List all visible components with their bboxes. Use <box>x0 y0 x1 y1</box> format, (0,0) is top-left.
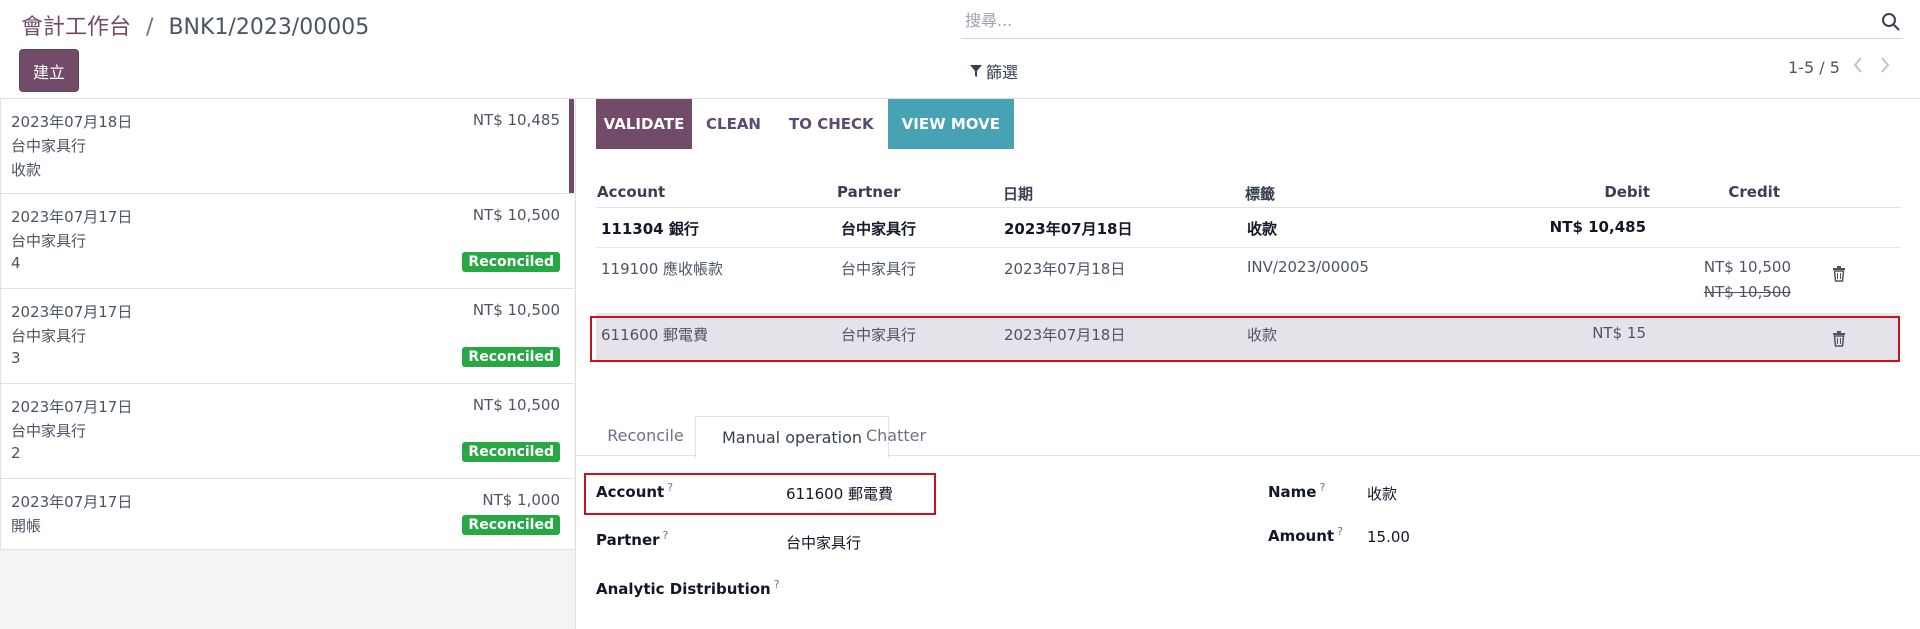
analytic-help-icon[interactable]: ? <box>774 578 780 591</box>
breadcrumb-separator: / <box>146 15 154 40</box>
pager-previous-icon[interactable] <box>1851 55 1867 77</box>
partner-field[interactable]: 台中家具行 <box>786 532 861 553</box>
trash-icon[interactable] <box>1832 266 1846 282</box>
statement-partner: 開帳 <box>11 517 42 535</box>
amount-label-text: Amount <box>1268 527 1335 545</box>
statement-line-item[interactable]: 2023年07月17日 NT$ 10,500 台中家具行 2 Reconcile… <box>0 384 574 479</box>
name-field[interactable]: 收款 <box>1367 483 1397 504</box>
name-label: Name? <box>1268 481 1325 501</box>
row-credit: NT$ 10,500 <box>1703 258 1791 276</box>
statement-date: 2023年07月18日 <box>11 113 133 131</box>
view-move-button[interactable]: VIEW MOVE <box>887 99 1014 149</box>
column-header-debit: Debit <box>1604 183 1650 201</box>
amount-label: Amount? <box>1268 525 1343 545</box>
validate-button[interactable]: VALIDATE <box>596 99 692 149</box>
statement-amount: NT$ 10,485 <box>472 111 560 129</box>
annotation-highlight-box <box>584 473 936 515</box>
pager-value[interactable]: 1-5 / 5 <box>1788 58 1840 77</box>
search-bar <box>961 4 1903 39</box>
statement-ref: 收款 <box>11 161 42 179</box>
name-help-icon[interactable]: ? <box>1319 481 1325 494</box>
breadcrumb-root-link[interactable]: 會計工作台 <box>21 15 131 40</box>
statement-amount: NT$ 10,500 <box>472 396 560 414</box>
row-credit-original: NT$ 10,500 <box>1703 283 1791 301</box>
statement-line-item[interactable]: 2023年07月17日 NT$ 10,500 台中家具行 3 Reconcile… <box>0 289 574 384</box>
column-header-account: Account <box>597 183 666 201</box>
statement-partner: 台中家具行 <box>11 232 87 250</box>
tab-chatter[interactable]: Chatter <box>860 416 932 455</box>
filter-label: 篩選 <box>986 63 1019 82</box>
statement-ref: 3 <box>11 349 21 367</box>
row-debit: NT$ 10,485 <box>1549 218 1646 236</box>
partner-label-text: Partner <box>596 531 660 549</box>
statement-line-item[interactable]: 2023年07月18日 NT$ 10,485 台中家具行 收款 <box>0 99 574 194</box>
name-label-text: Name <box>1268 483 1317 501</box>
analytic-label-text: Analytic Distribution <box>596 580 771 598</box>
row-account: 111304 銀行 <box>601 220 699 238</box>
statement-amount: NT$ 1,000 <box>482 491 560 509</box>
column-header-credit: Credit <box>1728 183 1780 201</box>
reconciled-badge: Reconciled <box>462 252 560 272</box>
table-row[interactable]: 111304 銀行 台中家具行 2023年07月18日 收款 NT$ 10,48… <box>596 208 1901 248</box>
pager-next-icon[interactable] <box>1878 55 1894 77</box>
statement-line-item[interactable]: 2023年07月17日 NT$ 10,500 台中家具行 4 Reconcile… <box>0 194 574 289</box>
search-input[interactable] <box>963 10 1847 31</box>
annotation-highlight-box <box>590 316 1900 362</box>
column-header-date: 日期 <box>1003 185 1034 203</box>
statement-date: 2023年07月17日 <box>11 208 133 226</box>
statement-partner: 台中家具行 <box>11 422 87 440</box>
row-partner: 台中家具行 <box>841 220 917 238</box>
row-date: 2023年07月18日 <box>1004 260 1126 278</box>
tab-reconcile[interactable]: Reconcile <box>598 416 693 455</box>
column-header-label: 標籤 <box>1245 185 1276 203</box>
reconciled-badge: Reconciled <box>462 347 560 367</box>
table-row[interactable]: 119100 應收帳款 台中家具行 2023年07月18日 INV/2023/0… <box>596 248 1901 314</box>
statement-date: 2023年07月17日 <box>11 398 133 416</box>
row-date: 2023年07月18日 <box>1004 220 1133 238</box>
statement-partner: 台中家具行 <box>11 137 87 155</box>
column-header-partner: Partner <box>837 183 901 201</box>
row-partner: 台中家具行 <box>841 260 917 278</box>
statement-line-list: 2023年07月18日 NT$ 10,485 台中家具行 收款 2023年07月… <box>0 99 576 629</box>
statement-ref: 4 <box>11 254 21 272</box>
statement-ref: 2 <box>11 444 21 462</box>
statement-line-item[interactable]: 2023年07月17日 NT$ 1,000 開帳 Reconciled <box>0 479 574 550</box>
breadcrumb: 會計工作台 / BNK1/2023/00005 <box>21 9 369 41</box>
breadcrumb-current: BNK1/2023/00005 <box>168 15 370 40</box>
analytic-distribution-label: Analytic Distribution? <box>596 578 780 598</box>
statement-amount: NT$ 10,500 <box>472 206 560 224</box>
amount-help-icon[interactable]: ? <box>1337 525 1343 538</box>
clean-button[interactable]: CLEAN <box>692 99 775 149</box>
partner-label: Partner? <box>596 529 668 549</box>
reconciled-badge: Reconciled <box>462 442 560 462</box>
reconciled-badge: Reconciled <box>462 515 560 535</box>
row-label: INV/2023/00005 <box>1247 258 1369 276</box>
filter-icon <box>970 65 982 77</box>
to-check-button[interactable]: TO CHECK <box>775 99 888 149</box>
create-button[interactable]: 建立 <box>19 49 79 92</box>
amount-field[interactable]: 15.00 <box>1367 528 1410 546</box>
statement-date: 2023年07月17日 <box>11 303 133 321</box>
row-account: 119100 應收帳款 <box>601 260 724 278</box>
row-label: 收款 <box>1247 220 1278 238</box>
statement-amount: NT$ 10,500 <box>472 301 560 319</box>
statement-partner: 台中家具行 <box>11 327 87 345</box>
statement-date: 2023年07月17日 <box>11 493 133 511</box>
action-bar: VALIDATE CLEAN TO CHECK VIEW MOVE <box>596 99 1014 149</box>
partner-help-icon[interactable]: ? <box>663 529 669 542</box>
search-icon[interactable] <box>1881 12 1901 32</box>
filter-button[interactable]: 篩選 <box>970 59 1018 83</box>
